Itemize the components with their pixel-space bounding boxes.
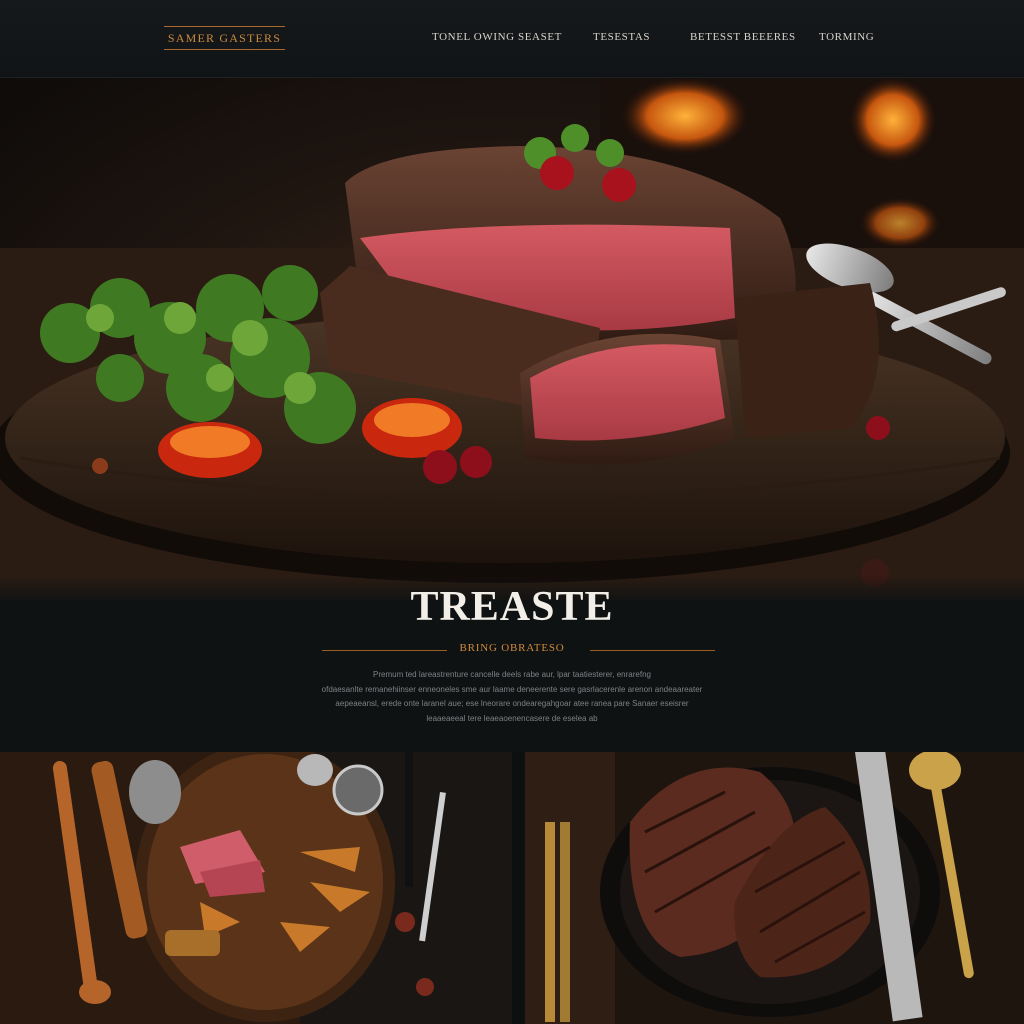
gallery-photo-right[interactable]	[525, 752, 1024, 1024]
berry-1	[540, 156, 574, 190]
hero-steak-illustration	[0, 78, 1024, 600]
cast-iron-steak-illustration	[525, 752, 1024, 1024]
description-line: aepeaeansl, erede onte laranel aue; ese …	[335, 699, 689, 708]
nav-item-4[interactable]: TORMING	[819, 31, 874, 43]
brand-logo[interactable]: SAMER GASTERS	[164, 26, 285, 50]
section-title: TREASTE	[410, 584, 614, 630]
description-line: leaaeaeeal tere leaeaoenencasere de esel…	[426, 713, 598, 723]
description-line: ofdaesanlte remanehiinser enneoneles sme…	[321, 684, 703, 694]
hero-image	[0, 78, 1024, 600]
silver-spoon	[129, 760, 181, 824]
divider-right	[590, 650, 715, 651]
site-header: SAMER GASTERS TONEL OWING SEASET TESESTA…	[0, 0, 1024, 78]
description-line: Premum ted lareastrenture cancelle deels…	[373, 670, 651, 679]
section-subtitle: BRING OBRATESO	[459, 642, 565, 654]
berry-2	[602, 168, 636, 202]
fire-glow-1	[622, 78, 748, 154]
intro-section: TREASTE BRING OBRATESO Premum ted lareas…	[0, 575, 1024, 753]
nav-item-1[interactable]: TONEL OWING SEASET	[432, 31, 562, 43]
cutting-board-illustration	[0, 752, 512, 1024]
nav-item-2[interactable]: TESESTAS	[593, 31, 650, 43]
nav-item-3[interactable]: BETESST BEEERES	[690, 31, 796, 43]
section-description: Premum ted lareastrenture cancelle deels…	[300, 668, 724, 726]
fire-glow-2	[850, 78, 936, 162]
gold-fork	[545, 822, 555, 1022]
gallery-photo-left[interactable]	[0, 752, 512, 1024]
bread-bundle	[165, 930, 220, 956]
gallery-gap	[512, 752, 525, 1024]
